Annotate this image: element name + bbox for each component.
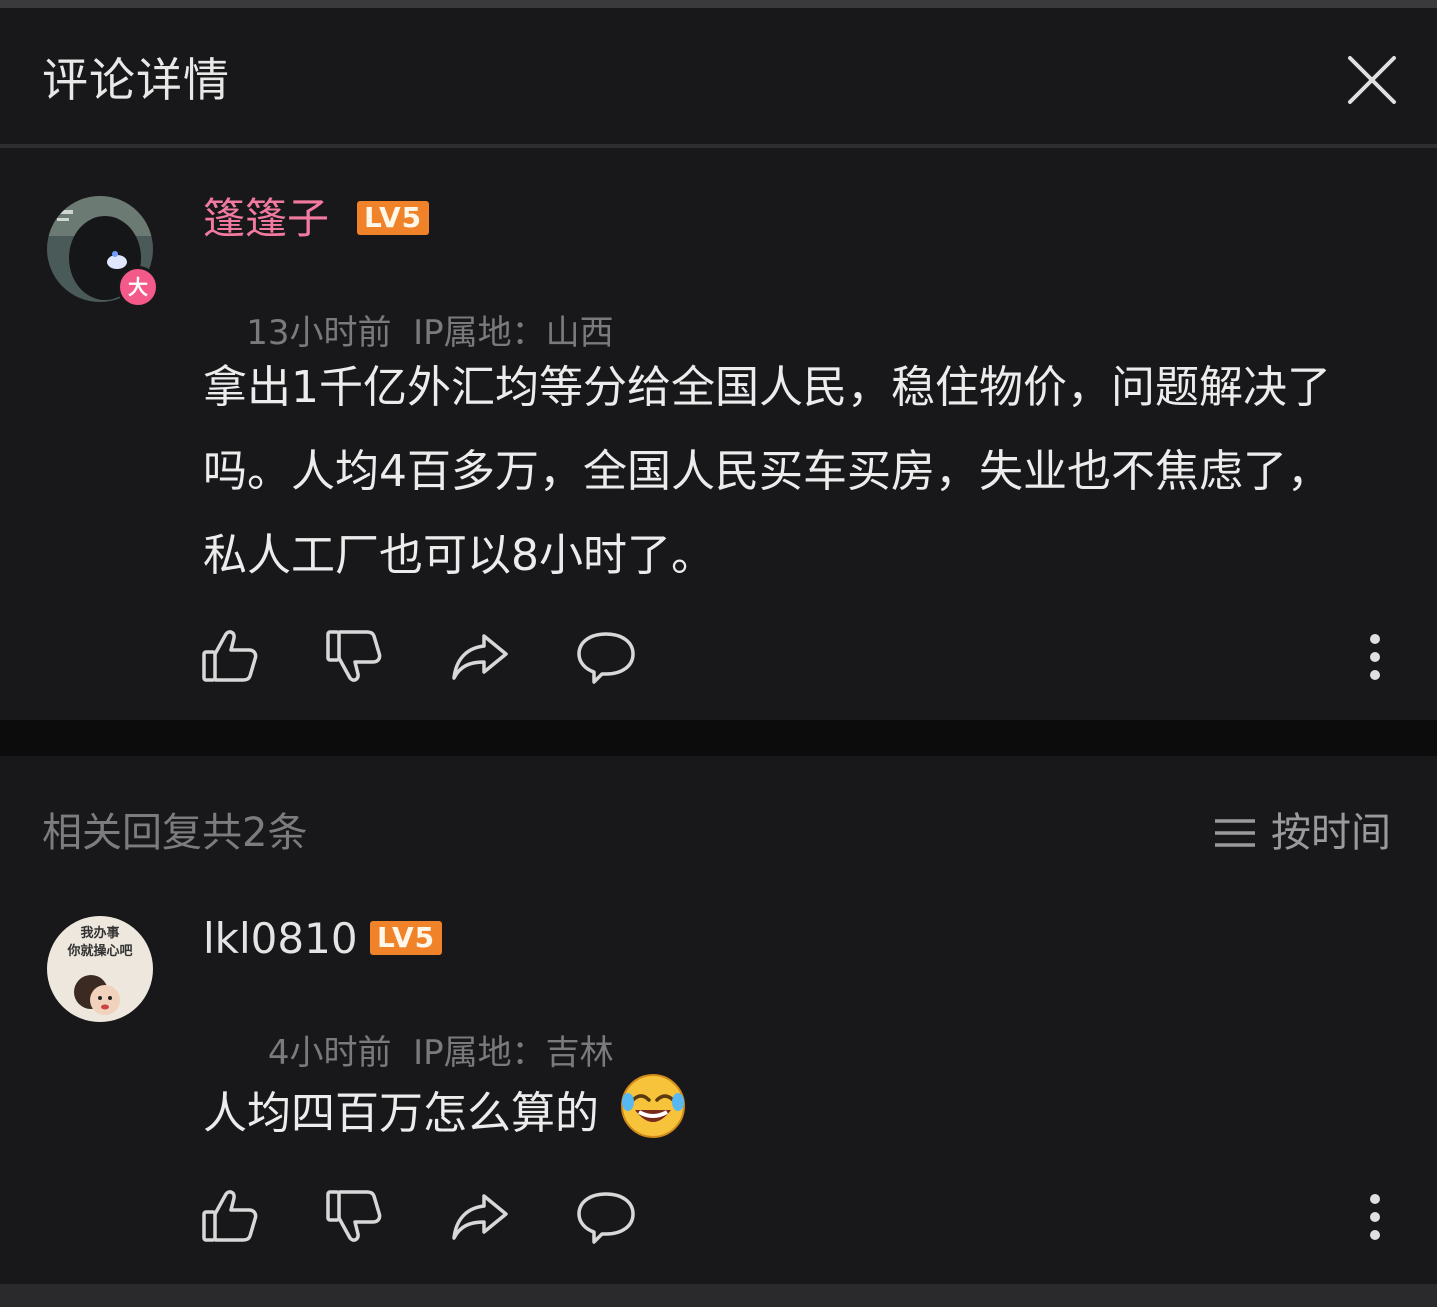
more-button[interactable] <box>1360 632 1390 682</box>
more-icon <box>1370 634 1380 680</box>
action-bar <box>200 626 1390 686</box>
replies-count-title: 相关回复共2条 <box>42 810 308 856</box>
page-title: 评论详情 <box>42 53 230 107</box>
comment-icon <box>577 1192 635 1244</box>
close-icon <box>1348 56 1396 104</box>
reply-time: 4小时前 <box>267 1033 392 1073</box>
more-icon <box>1370 1194 1380 1240</box>
section-divider <box>0 720 1437 756</box>
reply-text: 人均四百万怎么算的 <box>203 1072 687 1156</box>
reply-like-button[interactable] <box>200 1186 260 1246</box>
close-button[interactable] <box>1344 52 1400 108</box>
share-icon <box>452 1194 508 1240</box>
like-icon <box>202 1190 258 1242</box>
reply-button[interactable] <box>576 626 636 686</box>
reply-avatar[interactable]: 我办事 你就操心吧 <box>47 916 153 1022</box>
reply-username[interactable]: lkl0810 <box>203 914 358 964</box>
reply-reply-button[interactable] <box>576 1186 636 1246</box>
reply-dislike-button[interactable] <box>324 1186 384 1246</box>
sort-label: 按时间 <box>1271 810 1391 856</box>
main-comment: 大 篷篷子 LV5 13小时前 IP属地：山西 拿出1千亿外汇均等分给全国人民，… <box>0 148 1437 720</box>
header: 评论详情 <box>0 8 1437 144</box>
share-icon <box>452 634 508 680</box>
avatar-badge: 大 <box>117 266 159 308</box>
sort-button[interactable]: 按时间 <box>1213 808 1395 858</box>
comment-icon <box>577 632 635 684</box>
username[interactable]: 篷篷子 <box>203 194 329 244</box>
reply-more-button[interactable] <box>1360 1192 1390 1242</box>
dislike-icon <box>326 1190 382 1242</box>
sort-icon <box>1215 819 1255 847</box>
like-icon <box>202 630 258 682</box>
reply-action-bar <box>200 1186 1390 1246</box>
reply-avatar-face <box>74 975 120 1015</box>
replies-section: 相关回复共2条 按时间 我办事 你就操心吧 lkl0810 LV5 4小时前 I… <box>0 756 1437 1284</box>
laughing-tears-emoji <box>621 1074 685 1138</box>
reply-level-badge: LV5 <box>370 921 443 955</box>
top-strip <box>0 0 1437 8</box>
reply-ip: IP属地：吉林 <box>413 1033 614 1073</box>
dislike-button[interactable] <box>324 626 384 686</box>
level-badge: LV5 <box>357 201 430 235</box>
dislike-icon <box>326 630 382 682</box>
share-button[interactable] <box>450 626 510 686</box>
comment-text: 拿出1千亿外汇均等分给全国人民，稳住物价，问题解决了吗。人均4百多万，全国人民买… <box>203 362 1331 581</box>
reply-share-button[interactable] <box>450 1186 510 1246</box>
avatar-badge-text: 大 <box>128 275 148 299</box>
like-button[interactable] <box>200 626 260 686</box>
reply-text-body: 人均四百万怎么算的 <box>203 1088 599 1139</box>
bottom-strip <box>0 1284 1437 1307</box>
